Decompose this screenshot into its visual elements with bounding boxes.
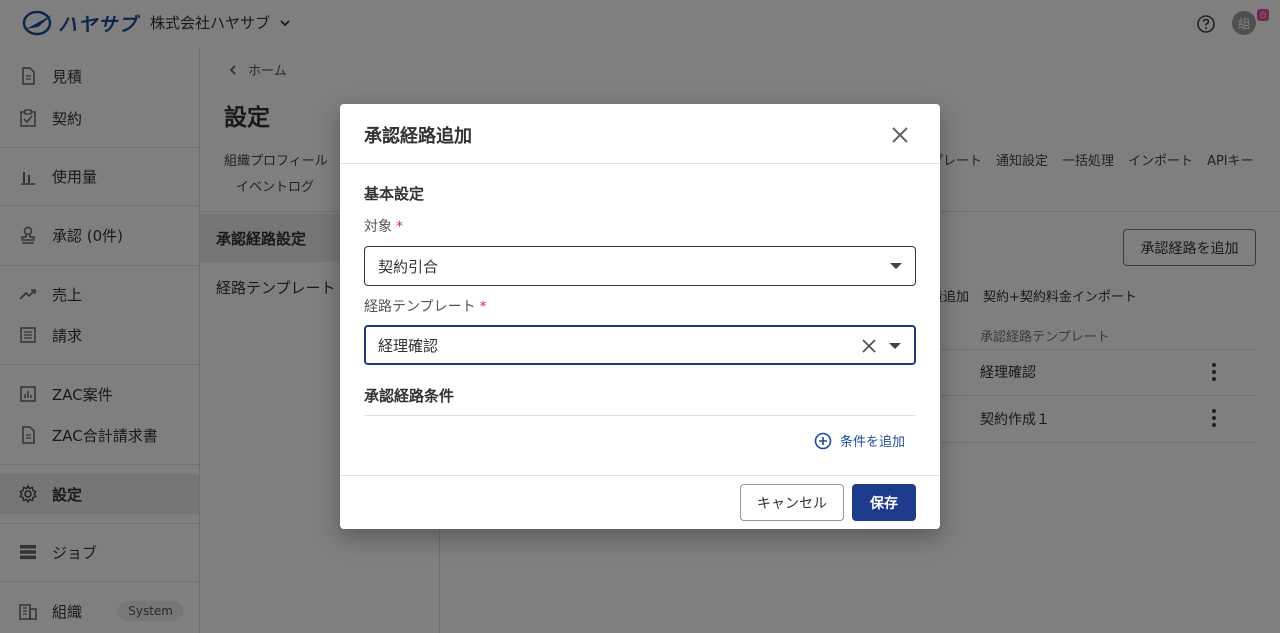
clear-icon[interactable] bbox=[860, 337, 878, 355]
template-value: 経理確認 bbox=[378, 336, 439, 355]
target-label: 対象 * bbox=[364, 219, 403, 235]
section-basic-settings: 基本設定 bbox=[364, 185, 425, 203]
add-approval-route-dialog: 承認経路追加 基本設定 対象 * 契約引合 経路テンプレート * 経理確認 承認経路… bbox=[340, 104, 940, 529]
close-icon[interactable] bbox=[888, 123, 912, 147]
required-mark: * bbox=[479, 299, 487, 315]
target-select[interactable]: 契約引合 bbox=[364, 246, 916, 286]
target-value: 契約引合 bbox=[378, 257, 439, 276]
dialog-divider bbox=[340, 163, 940, 164]
dialog-divider bbox=[340, 475, 940, 476]
template-label: 経路テンプレート * bbox=[364, 299, 487, 315]
add-condition-label: 条件を追加 bbox=[840, 435, 906, 450]
dialog-title: 承認経路追加 bbox=[364, 126, 472, 147]
add-condition-button[interactable]: 条件を追加 bbox=[814, 431, 905, 450]
dropdown-arrow-icon bbox=[890, 263, 902, 269]
route-template-select[interactable]: 経理確認 bbox=[364, 325, 916, 365]
dropdown-arrow-icon bbox=[889, 343, 901, 349]
section-route-conditions: 承認経路条件 bbox=[364, 387, 455, 405]
add-circle-icon bbox=[814, 432, 832, 449]
required-mark: * bbox=[396, 219, 403, 235]
save-button[interactable]: 保存 bbox=[852, 484, 916, 521]
conditions-divider bbox=[364, 415, 916, 416]
cancel-button[interactable]: キャンセル bbox=[740, 484, 844, 521]
